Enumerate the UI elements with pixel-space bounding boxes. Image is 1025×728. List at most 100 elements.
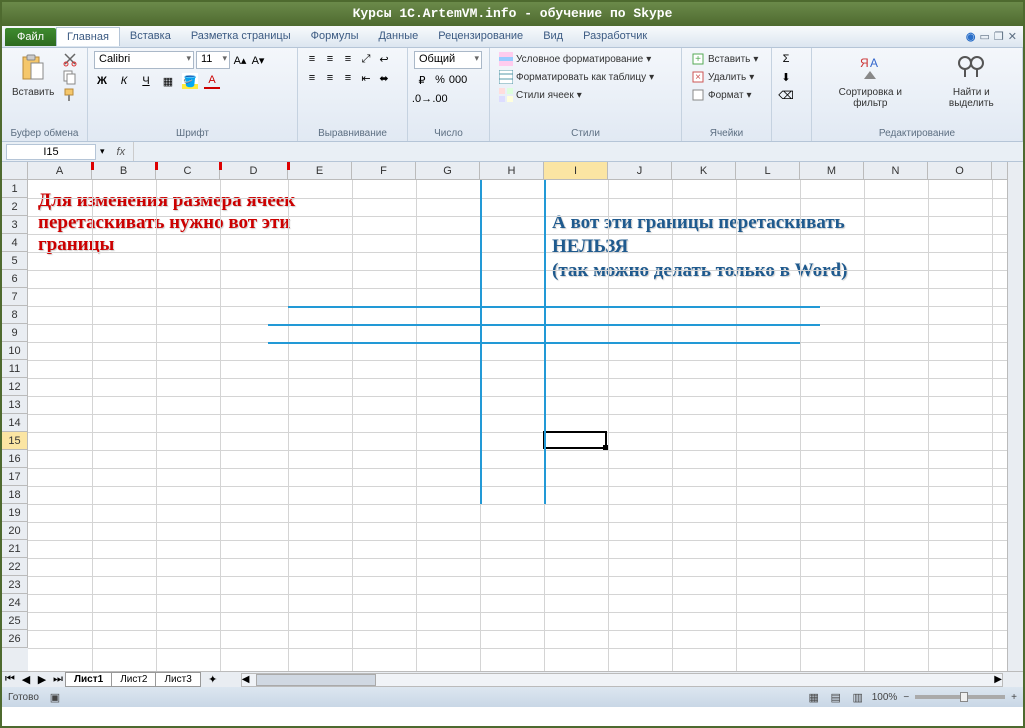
dec-decimal-icon[interactable]: .00	[432, 91, 448, 107]
zoom-level[interactable]: 100%	[872, 692, 898, 703]
wrap-text-icon[interactable]: ↩	[376, 51, 392, 67]
bold-icon[interactable]: Ж	[94, 73, 110, 89]
row-header-11[interactable]: 11	[2, 360, 28, 378]
close-icon[interactable]: ✕	[1008, 30, 1017, 43]
cut-icon[interactable]	[62, 51, 78, 67]
horizontal-scrollbar[interactable]: ◀ ▶	[241, 673, 1003, 687]
sheet-nav-prev-icon[interactable]: ◀	[18, 672, 34, 688]
new-sheet-icon[interactable]: ✦	[205, 672, 221, 688]
column-header-D[interactable]: D	[220, 162, 288, 179]
zoom-in-icon[interactable]: +	[1011, 692, 1017, 703]
restore-icon[interactable]: ❐	[994, 30, 1004, 43]
row-header-13[interactable]: 13	[2, 396, 28, 414]
sheet-nav-next-icon[interactable]: ▶	[34, 672, 50, 688]
currency-icon[interactable]: ₽	[414, 72, 430, 88]
tab-Разработчик[interactable]: Разработчик	[573, 27, 657, 46]
row-header-2[interactable]: 2	[2, 198, 28, 216]
format-painter-icon[interactable]	[62, 87, 78, 103]
row-header-24[interactable]: 24	[2, 594, 28, 612]
help-icon[interactable]: ◉	[966, 30, 976, 43]
find-select-button[interactable]: Найти и выделить	[927, 51, 1016, 111]
font-name-combo[interactable]: Calibri	[94, 51, 194, 69]
name-box[interactable]: I15	[6, 144, 96, 160]
row-header-18[interactable]: 18	[2, 486, 28, 504]
italic-icon[interactable]: К	[116, 73, 132, 89]
row-header-20[interactable]: 20	[2, 522, 28, 540]
sheet-tab-Лист1[interactable]: Лист1	[65, 672, 112, 687]
border-icon[interactable]: ▦	[160, 73, 176, 89]
column-header-H[interactable]: H	[480, 162, 544, 179]
indent-dec-icon[interactable]: ⇤	[358, 70, 374, 86]
sort-filter-button[interactable]: ЯА Сортировка и фильтр	[818, 51, 923, 111]
font-color-icon[interactable]: A	[204, 73, 220, 89]
namebox-dropdown-icon[interactable]: ▾	[96, 146, 109, 157]
sheet-nav-first-icon[interactable]: ⏮	[2, 672, 18, 688]
row-header-7[interactable]: 7	[2, 288, 28, 306]
row-header-15[interactable]: 15	[2, 432, 28, 450]
copy-icon[interactable]	[62, 69, 78, 85]
column-header-C[interactable]: C	[156, 162, 220, 179]
orientation-icon[interactable]: ⤢	[358, 51, 374, 67]
sheet-nav-last-icon[interactable]: ⏭	[50, 672, 66, 688]
clear-icon[interactable]: ⌫	[778, 87, 794, 103]
column-header-K[interactable]: K	[672, 162, 736, 179]
column-header-J[interactable]: J	[608, 162, 672, 179]
fx-icon[interactable]: fx	[117, 146, 126, 158]
autosum-icon[interactable]: Σ	[778, 51, 794, 67]
row-header-14[interactable]: 14	[2, 414, 28, 432]
row-header-21[interactable]: 21	[2, 540, 28, 558]
column-header-N[interactable]: N	[864, 162, 928, 179]
tab-Главная[interactable]: Главная	[56, 27, 120, 46]
select-all-corner[interactable]	[2, 162, 28, 180]
column-header-F[interactable]: F	[352, 162, 416, 179]
row-header-1[interactable]: 1	[2, 180, 28, 198]
vertical-scrollbar[interactable]	[1007, 162, 1023, 671]
row-header-26[interactable]: 26	[2, 630, 28, 648]
normal-view-icon[interactable]: ▦	[806, 689, 822, 705]
sheet-tab-Лист2[interactable]: Лист2	[111, 672, 156, 687]
paste-button[interactable]: Вставить	[8, 51, 58, 100]
inc-decimal-icon[interactable]: .0→	[414, 91, 430, 107]
tab-Вставка[interactable]: Вставка	[120, 27, 181, 46]
row-header-9[interactable]: 9	[2, 324, 28, 342]
increase-font-icon[interactable]: A▴	[232, 52, 248, 68]
align-bottom-icon[interactable]: ≡	[340, 51, 356, 67]
align-top-icon[interactable]: ≡	[304, 51, 320, 67]
cell-styles-button[interactable]: Стили ячеек ▾	[496, 87, 585, 103]
row-header-3[interactable]: 3	[2, 216, 28, 234]
fill-icon[interactable]: ⬇	[778, 69, 794, 85]
align-middle-icon[interactable]: ≡	[322, 51, 338, 67]
tab-Формулы[interactable]: Формулы	[301, 27, 369, 46]
row-header-10[interactable]: 10	[2, 342, 28, 360]
zoom-slider[interactable]	[915, 695, 1005, 699]
decrease-font-icon[interactable]: A▾	[250, 52, 266, 68]
row-header-6[interactable]: 6	[2, 270, 28, 288]
tab-Вид[interactable]: Вид	[533, 27, 573, 46]
row-header-12[interactable]: 12	[2, 378, 28, 396]
row-header-22[interactable]: 22	[2, 558, 28, 576]
column-header-M[interactable]: M	[800, 162, 864, 179]
row-header-17[interactable]: 17	[2, 468, 28, 486]
tab-Разметка страницы[interactable]: Разметка страницы	[181, 27, 301, 46]
align-center-icon[interactable]: ≡	[322, 70, 338, 86]
insert-cells-button[interactable]: +Вставить ▾	[688, 51, 761, 67]
fill-color-icon[interactable]: 🪣	[182, 73, 198, 89]
row-header-25[interactable]: 25	[2, 612, 28, 630]
column-header-B[interactable]: B	[92, 162, 156, 179]
format-cells-button[interactable]: Формат ▾	[688, 87, 755, 103]
font-size-combo[interactable]: 11	[196, 51, 230, 69]
conditional-formatting-button[interactable]: Условное форматирование ▾	[496, 51, 654, 67]
row-header-8[interactable]: 8	[2, 306, 28, 324]
sheet-tab-Лист3[interactable]: Лист3	[155, 672, 200, 687]
format-as-table-button[interactable]: Форматировать как таблицу ▾	[496, 69, 657, 85]
macro-record-icon[interactable]: ▣	[47, 689, 63, 705]
formula-input[interactable]	[133, 142, 1023, 161]
tab-Данные[interactable]: Данные	[368, 27, 428, 46]
align-right-icon[interactable]: ≡	[340, 70, 356, 86]
row-header-23[interactable]: 23	[2, 576, 28, 594]
page-break-view-icon[interactable]: ▥	[850, 689, 866, 705]
selected-cell[interactable]	[543, 431, 607, 449]
column-header-E[interactable]: E	[288, 162, 352, 179]
row-header-19[interactable]: 19	[2, 504, 28, 522]
number-format-combo[interactable]: Общий	[414, 51, 482, 69]
